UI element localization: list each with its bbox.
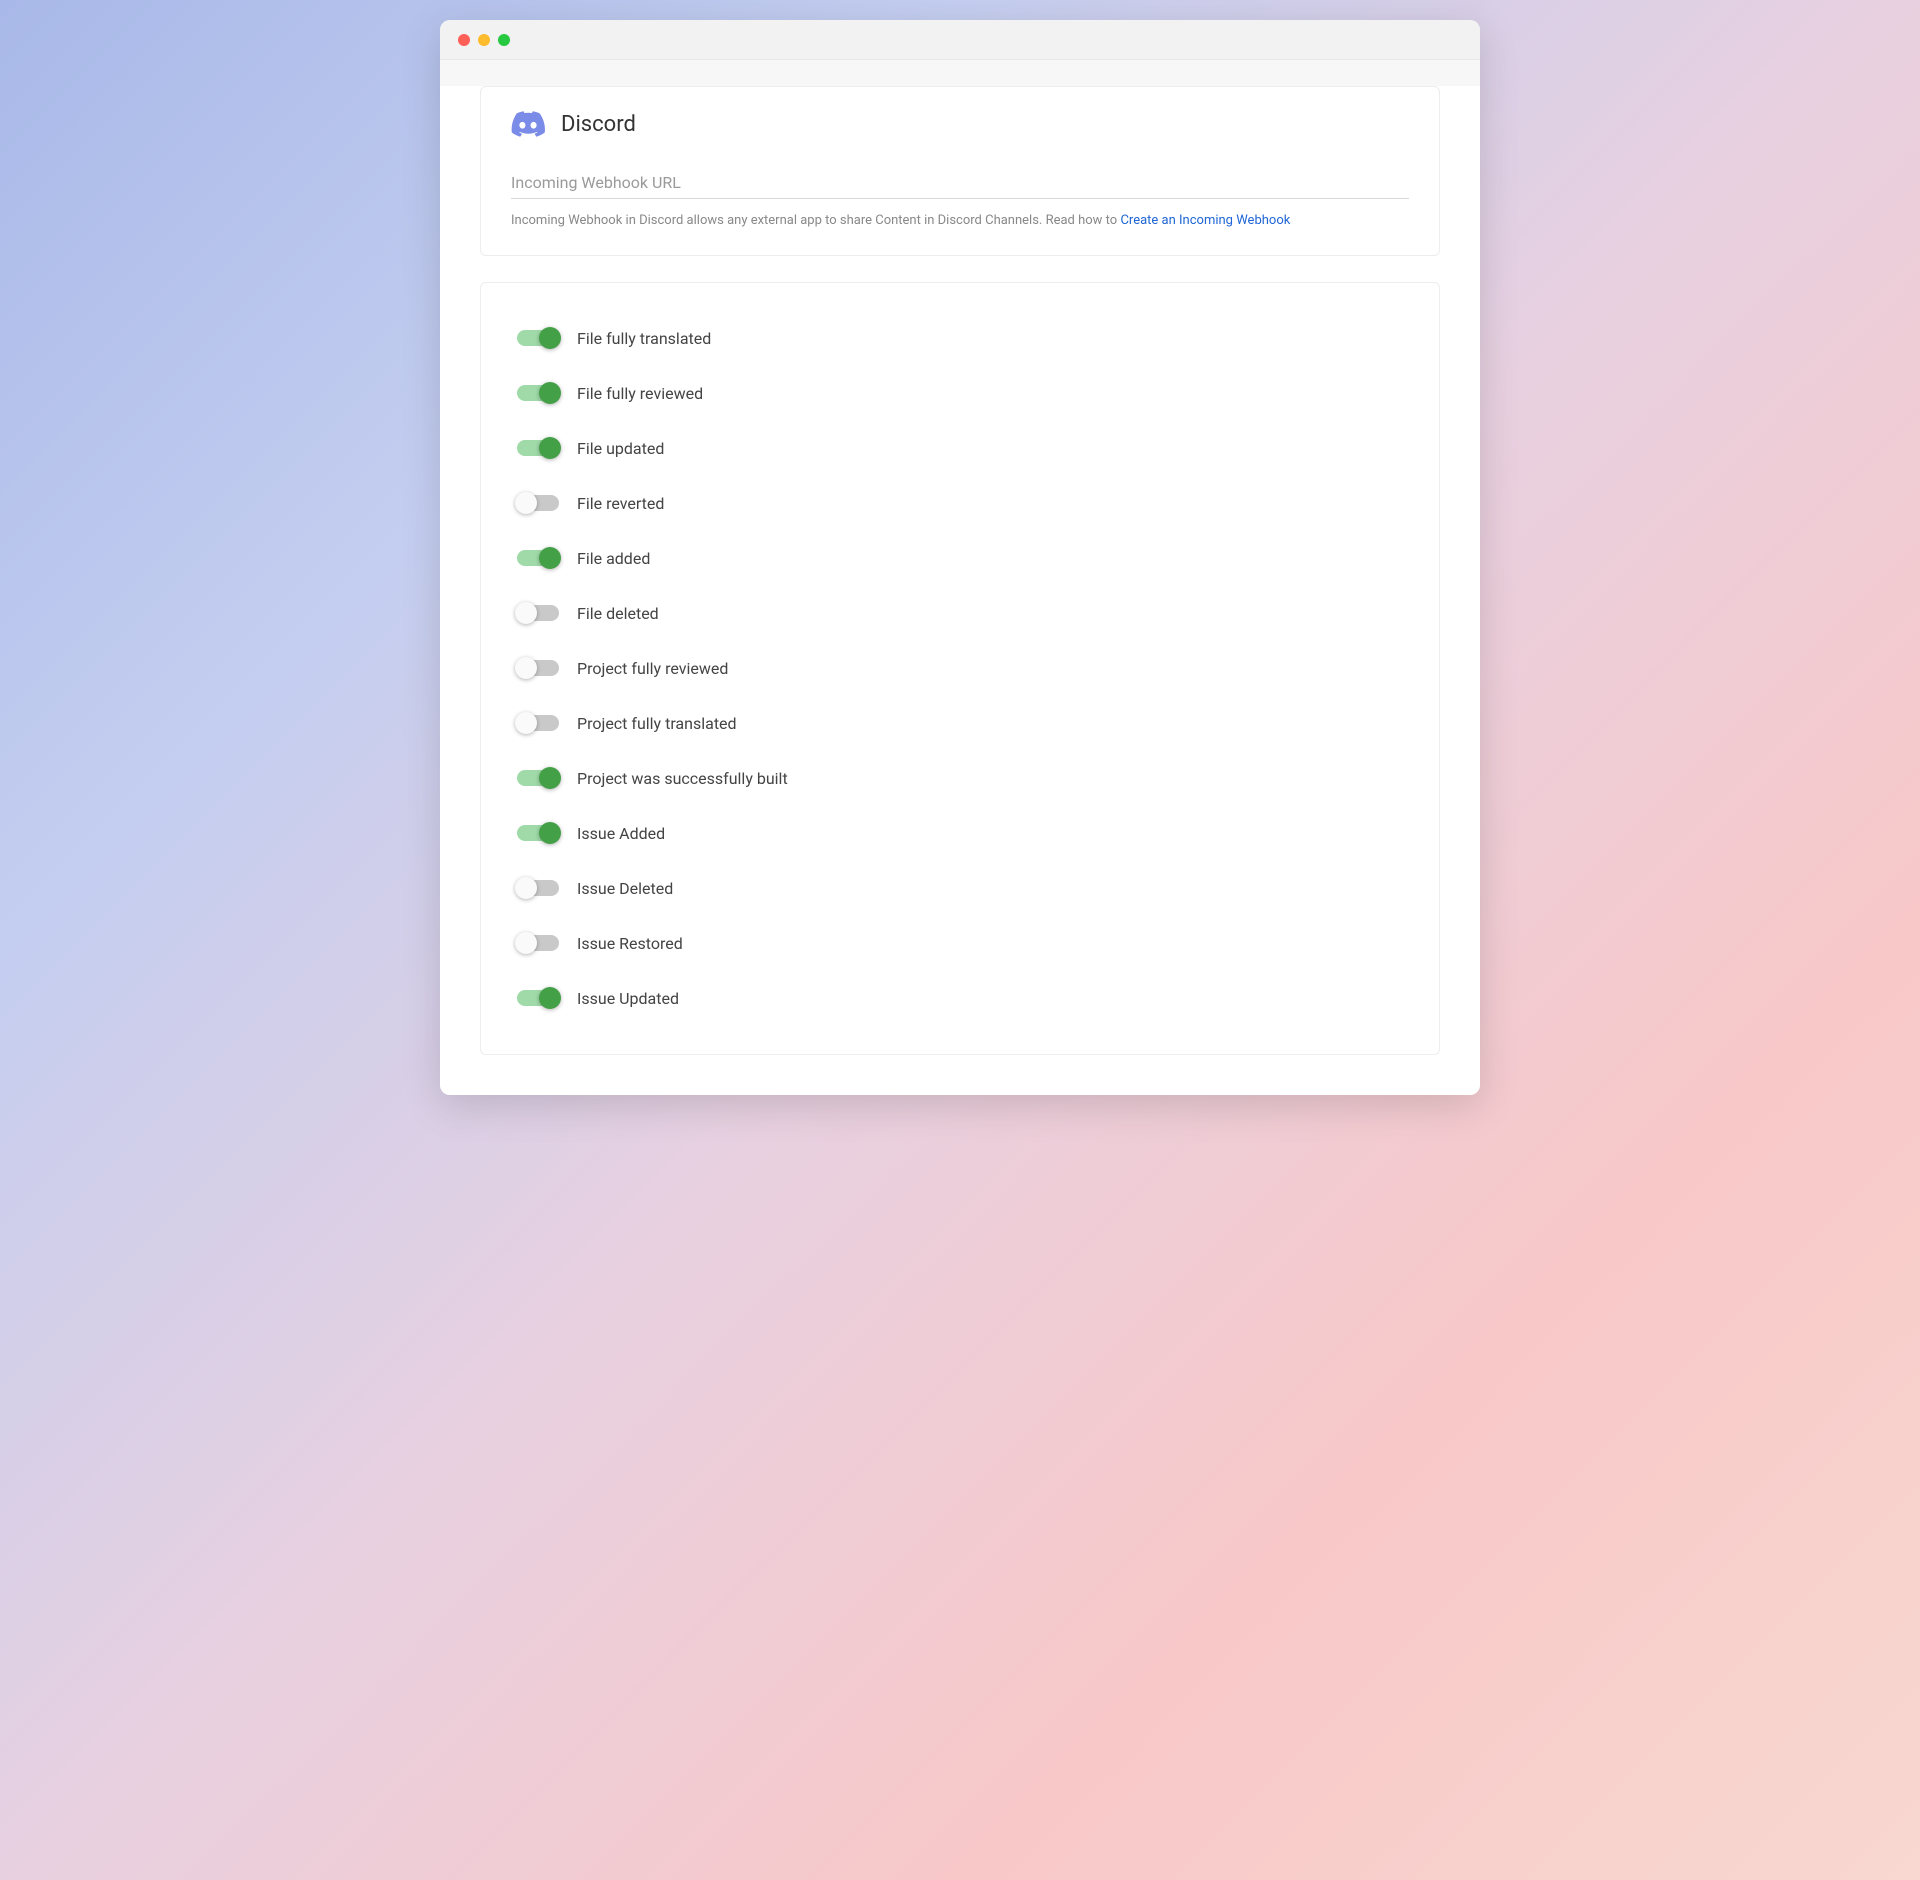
toggle-label: File fully reviewed <box>577 384 703 403</box>
toggle-knob <box>539 437 561 459</box>
webhook-helper-text: Incoming Webhook in Discord allows any e… <box>511 211 1409 231</box>
toggle-knob <box>539 547 561 569</box>
toggle-label: Project fully translated <box>577 714 737 733</box>
toggle-knob <box>539 382 561 404</box>
toggle-switch[interactable] <box>517 605 559 621</box>
toggle-switch[interactable] <box>517 440 559 456</box>
toggle-knob <box>515 877 537 899</box>
maximize-button[interactable] <box>498 34 510 46</box>
toggle-switch[interactable] <box>517 990 559 1006</box>
toggle-knob <box>515 712 537 734</box>
toggle-row: Issue Restored <box>517 916 1403 971</box>
titlebar <box>440 20 1480 60</box>
toggle-row: File deleted <box>517 586 1403 641</box>
toggle-knob <box>539 327 561 349</box>
toggle-knob <box>539 822 561 844</box>
toggle-knob <box>515 602 537 624</box>
toggle-row: Issue Updated <box>517 971 1403 1026</box>
toggle-switch[interactable] <box>517 330 559 346</box>
toggle-row: File reverted <box>517 476 1403 531</box>
toggle-label: Issue Deleted <box>577 879 673 898</box>
toggle-switch[interactable] <box>517 825 559 841</box>
create-webhook-link[interactable]: Create an Incoming Webhook <box>1120 213 1290 228</box>
toggle-label: Project fully reviewed <box>577 659 728 678</box>
toggle-knob <box>539 987 561 1009</box>
toggle-label: File fully translated <box>577 329 711 348</box>
toggle-label: File added <box>577 549 650 568</box>
toggle-label: Issue Added <box>577 824 665 843</box>
toggle-row: Issue Added <box>517 806 1403 861</box>
toggle-knob <box>515 657 537 679</box>
app-window: Discord Incoming Webhook URL Incoming We… <box>440 20 1480 1095</box>
webhook-url-input[interactable]: Incoming Webhook URL <box>511 173 1409 199</box>
minimize-button[interactable] <box>478 34 490 46</box>
toggle-label: Project was successfully built <box>577 769 788 788</box>
toggle-switch[interactable] <box>517 385 559 401</box>
toggle-switch[interactable] <box>517 715 559 731</box>
toggle-switch[interactable] <box>517 495 559 511</box>
toggle-label: Issue Restored <box>577 934 683 953</box>
toggle-label: File updated <box>577 439 664 458</box>
helper-prefix: Incoming Webhook in Discord allows any e… <box>511 213 1120 228</box>
toggle-row: Issue Deleted <box>517 861 1403 916</box>
toggle-switch[interactable] <box>517 660 559 676</box>
toggle-row: File updated <box>517 421 1403 476</box>
card-header: Discord <box>511 111 1409 137</box>
toggle-switch[interactable] <box>517 550 559 566</box>
toggle-knob <box>515 932 537 954</box>
toggle-switch[interactable] <box>517 880 559 896</box>
toggle-row: Project fully reviewed <box>517 641 1403 696</box>
card-title: Discord <box>561 112 636 137</box>
toggle-row: File added <box>517 531 1403 586</box>
toggle-row: Project was successfully built <box>517 751 1403 806</box>
toggle-switch[interactable] <box>517 770 559 786</box>
toggle-row: Project fully translated <box>517 696 1403 751</box>
notification-toggles-card: File fully translated File fully reviewed… <box>480 282 1440 1055</box>
toggle-label: File deleted <box>577 604 659 623</box>
discord-settings-card: Discord Incoming Webhook URL Incoming We… <box>480 86 1440 256</box>
toggle-label: File reverted <box>577 494 664 513</box>
discord-icon <box>511 111 545 137</box>
close-button[interactable] <box>458 34 470 46</box>
toggle-row: File fully translated <box>517 311 1403 366</box>
toggle-knob <box>539 767 561 789</box>
content-area: Discord Incoming Webhook URL Incoming We… <box>440 86 1480 1095</box>
toggle-switch[interactable] <box>517 935 559 951</box>
toggle-row: File fully reviewed <box>517 366 1403 421</box>
traffic-lights <box>458 34 510 46</box>
toggle-knob <box>515 492 537 514</box>
toggle-label: Issue Updated <box>577 989 679 1008</box>
webhook-url-placeholder: Incoming Webhook URL <box>511 173 1409 192</box>
